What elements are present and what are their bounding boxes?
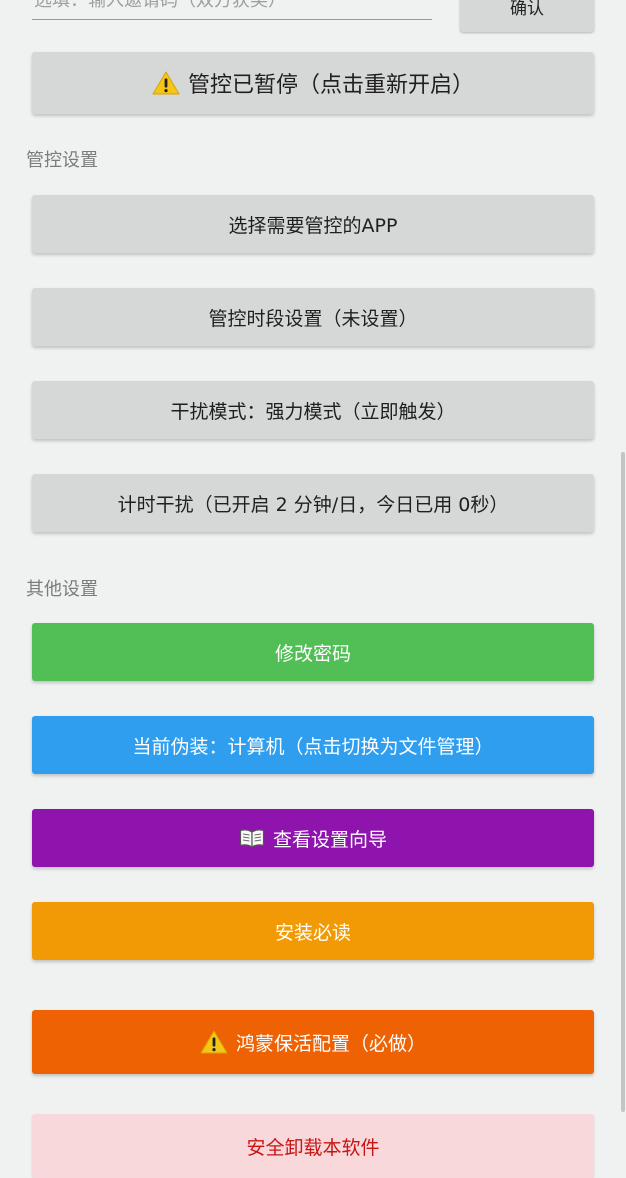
- warning-icon: [200, 1030, 228, 1054]
- open-book-icon: [239, 828, 265, 848]
- install-notes-button[interactable]: 安装必读: [32, 902, 594, 960]
- interference-mode-button[interactable]: 干扰模式：强力模式（立即触发）: [32, 381, 594, 439]
- select-apps-label: 选择需要管控的APP: [228, 214, 398, 237]
- invite-code-row: 选填：输入邀请码（双方获奖） 确认: [32, 0, 596, 34]
- change-password-label: 修改密码: [274, 642, 351, 665]
- setup-guide-label: 查看设置向导: [272, 828, 387, 851]
- time-period-button[interactable]: 管控时段设置（未设置）: [32, 288, 594, 346]
- setup-guide-button[interactable]: 查看设置向导: [32, 809, 594, 867]
- scrollbar[interactable]: [621, 452, 625, 1112]
- interference-mode-label: 干扰模式：强力模式（立即触发）: [170, 400, 456, 423]
- warning-icon: [152, 71, 180, 95]
- change-password-button[interactable]: 修改密码: [32, 623, 594, 681]
- uninstall-label: 安全卸载本软件: [246, 1136, 380, 1159]
- invite-code-input[interactable]: 选填：输入邀请码（双方获奖）: [32, 0, 432, 20]
- install-notes-label: 安装必读: [274, 921, 351, 944]
- harmony-keepalive-button[interactable]: 鸿蒙保活配置（必做）: [32, 1010, 594, 1074]
- select-apps-button[interactable]: 选择需要管控的APP: [32, 195, 594, 253]
- confirm-button[interactable]: 确认: [460, 0, 594, 32]
- control-paused-label: 管控已暂停（点击重新开启）: [187, 73, 474, 98]
- section-title-other-settings: 其他设置: [26, 579, 98, 600]
- control-paused-button[interactable]: 管控已暂停（点击重新开启）: [32, 52, 594, 114]
- uninstall-button[interactable]: 安全卸载本软件: [32, 1114, 594, 1178]
- disguise-button[interactable]: 当前伪装：计算机（点击切换为文件管理）: [32, 716, 594, 774]
- timed-interference-button[interactable]: 计时干扰（已开启 2 分钟/日，今日已用 0秒）: [32, 474, 594, 532]
- section-title-control-settings: 管控设置: [26, 150, 98, 171]
- time-period-label: 管控时段设置（未设置）: [208, 307, 418, 330]
- harmony-keepalive-label: 鸿蒙保活配置（必做）: [235, 1032, 426, 1055]
- timed-interference-label: 计时干扰（已开启 2 分钟/日，今日已用 0秒）: [117, 493, 509, 516]
- disguise-label: 当前伪装：计算机（点击切换为文件管理）: [132, 735, 494, 758]
